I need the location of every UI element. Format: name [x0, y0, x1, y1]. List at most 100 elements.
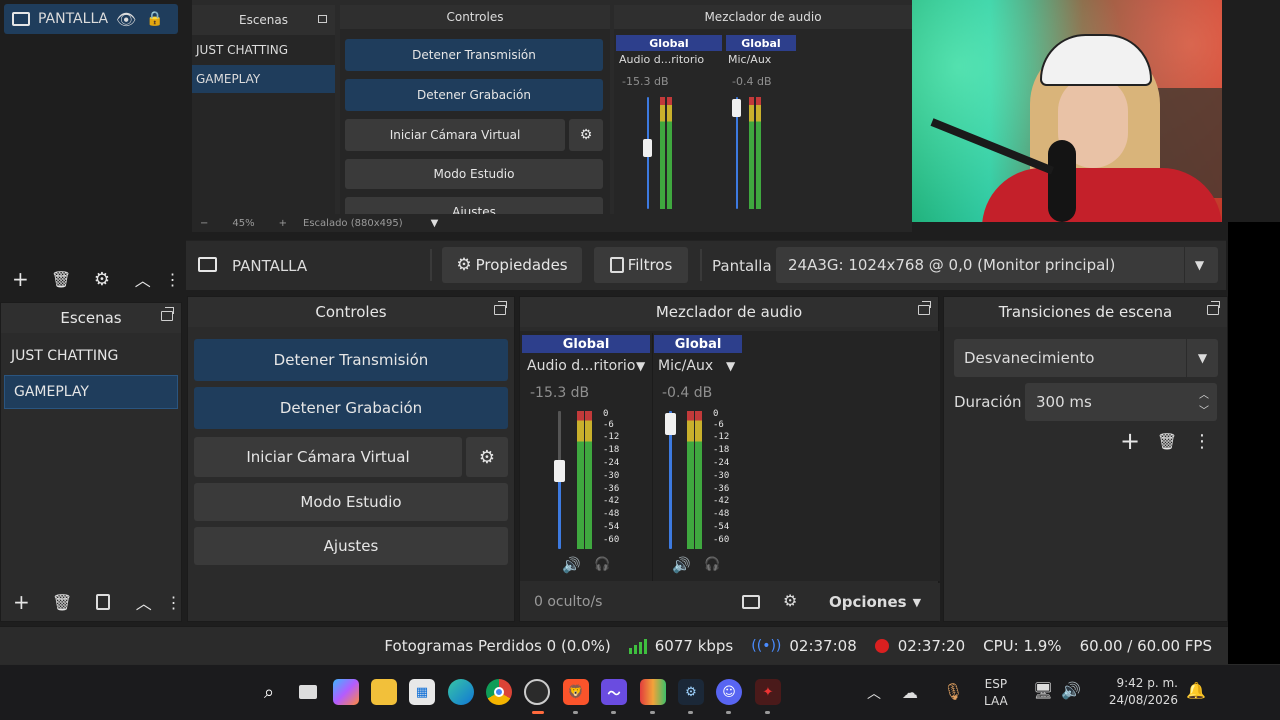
start-virtual-cam-button[interactable]: Iniciar Cámara Virtual — [194, 437, 462, 477]
channel-1-fader-knob[interactable] — [554, 460, 565, 482]
scale-value: Escalado (880x495) — [303, 217, 403, 229]
mixer-title: Mezclador de audio — [655, 303, 803, 321]
channel-2-header: Global — [654, 335, 742, 353]
onedrive-icon[interactable]: ☁ — [902, 683, 918, 702]
meter-tick-label: 0 — [603, 409, 609, 419]
channel-1-dropdown-icon[interactable]: ▼ — [636, 359, 645, 373]
running-indicator — [611, 711, 616, 714]
transition-type-select[interactable]: Desvanecimiento ▼ — [954, 339, 1218, 377]
rec-time-text: 02:37:20 — [897, 636, 966, 655]
game-app-icon[interactable]: ✦ — [755, 679, 781, 705]
microphone-icon[interactable]: 🎙 — [943, 682, 963, 701]
filter-icon[interactable] — [87, 586, 119, 618]
source-toolbar: + 🗑 ⚙ ︿ ⋮ — [0, 262, 182, 296]
float-dock-icon[interactable] — [1207, 301, 1220, 315]
options-button[interactable]: Opciones ▼ — [820, 587, 930, 617]
headphones-icon[interactable]: 🎧 — [594, 557, 610, 572]
network-icon[interactable]: 🖥 — [1033, 681, 1053, 700]
eye-icon[interactable]: 👁 — [116, 10, 136, 29]
source-item-pantalla[interactable]: PANTALLA 👁 🔒 — [4, 4, 178, 34]
mixer-dock-title: Mezclador de audio — [520, 297, 938, 327]
photo-app-icon[interactable] — [640, 679, 666, 705]
chrome-icon[interactable] — [486, 679, 512, 705]
running-indicator — [688, 711, 693, 714]
steam-icon[interactable]: ⚙ — [678, 679, 704, 705]
filters-button[interactable]: Filtros — [594, 247, 688, 283]
meter-tick-label: -30 — [713, 470, 730, 481]
lock-icon[interactable]: 🔒 — [146, 11, 163, 27]
file-explorer-icon[interactable] — [371, 679, 397, 705]
scene-item-gameplay[interactable]: GAMEPLAY — [4, 375, 178, 409]
volume-icon[interactable]: 🔊 — [1061, 681, 1081, 700]
copilot-icon[interactable] — [333, 679, 359, 705]
add-scene-icon[interactable]: + — [5, 586, 37, 618]
search-icon[interactable]: ⌕ — [256, 679, 282, 705]
zoom-in-icon[interactable]: + — [279, 218, 287, 229]
trash-icon[interactable]: 🗑 — [45, 263, 77, 295]
edge-icon[interactable] — [448, 679, 474, 705]
discord-icon[interactable]: ☺ — [716, 679, 742, 705]
desktop-edge — [1228, 222, 1280, 664]
stream-time: ((•)) 02:37:08 — [742, 627, 865, 664]
gear-icon: ⚙ — [478, 446, 496, 468]
preview-ch1-meter — [660, 97, 665, 209]
float-dock-icon[interactable] — [918, 301, 931, 315]
virtual-cam-settings-button[interactable]: ⚙ — [466, 437, 508, 477]
trash-icon[interactable]: 🗑 — [1151, 425, 1183, 457]
trash-icon[interactable]: 🗑 — [46, 586, 78, 618]
meter-tick-label: -54 — [713, 521, 730, 532]
more-vertical-icon[interactable]: ⋮ — [166, 586, 182, 618]
rec-time: 02:37:20 — [866, 627, 974, 664]
duration-spinbox[interactable]: 300 ms ︿ ﹀ — [1025, 383, 1217, 421]
spin-up-icon[interactable]: ︿ — [1199, 386, 1209, 401]
more-vertical-icon[interactable]: ⋮ — [165, 263, 181, 295]
microsoft-store-icon[interactable]: ▦ — [409, 679, 435, 705]
float-dock-icon[interactable] — [161, 307, 174, 321]
obs-icon[interactable] — [524, 679, 550, 705]
task-view-icon[interactable] — [295, 679, 321, 705]
windows-start-icon[interactable] — [218, 679, 244, 705]
add-transition-icon[interactable]: + — [1114, 425, 1146, 457]
preview-scene-item: JUST CHATTING — [196, 43, 289, 57]
stop-stream-button[interactable]: Detener Transmisión — [194, 339, 508, 381]
channel-2-dropdown-icon[interactable]: ▼ — [726, 359, 735, 373]
studio-mode-button[interactable]: Modo Estudio — [194, 483, 508, 521]
channel-divider — [652, 333, 653, 581]
chevron-up-icon[interactable]: ︿ — [128, 586, 160, 618]
dropped-frames-text: Fotogramas Perdidos 0 (0.0%) — [384, 636, 611, 655]
channel-2-fader-knob[interactable] — [665, 413, 676, 435]
spin-down-icon[interactable]: ﹀ — [1199, 402, 1209, 417]
language-indicator[interactable]: ESP LAA — [984, 676, 1008, 710]
meter-tick-label: -48 — [713, 509, 730, 520]
brave-icon[interactable]: 🦁 — [563, 679, 589, 705]
divider — [700, 249, 702, 281]
scene-item-just-chatting[interactable]: JUST CHATTING — [1, 339, 181, 373]
layout-icon[interactable] — [742, 595, 760, 609]
settings-button[interactable]: Ajustes — [194, 527, 508, 565]
webcam-shirt — [982, 168, 1222, 222]
preview-controls-title: Controles — [340, 5, 610, 29]
chevron-up-icon[interactable]: ︿ — [127, 263, 159, 295]
stop-record-button[interactable]: Detener Grabación — [194, 387, 508, 429]
display-select[interactable]: 24A3G: 1024x768 @ 0,0 (Monitor principal… — [776, 247, 1218, 283]
gear-icon[interactable]: ⚙ — [86, 263, 118, 295]
chevron-up-icon[interactable]: ︿ — [867, 683, 881, 703]
advanced-audio-icon[interactable]: ⚙ — [783, 591, 797, 610]
more-vertical-icon[interactable]: ⋮ — [1186, 425, 1218, 457]
bitrate: 6077 kbps — [620, 627, 743, 664]
float-dock-icon[interactable] — [494, 301, 507, 315]
clock[interactable]: 9:42 p. m. 24/08/2026 — [1092, 675, 1178, 709]
headphones-icon[interactable]: 🎧 — [704, 557, 720, 572]
media-app-icon[interactable]: 〜 — [601, 679, 627, 705]
notification-icon[interactable]: 🔔 — [1186, 681, 1206, 700]
zoom-out-icon[interactable]: − — [200, 218, 208, 229]
channel-2-name: Mic/Aux — [658, 358, 714, 374]
scale-dropdown-icon[interactable]: ▼ — [431, 218, 439, 229]
add-source-icon[interactable]: + — [4, 263, 36, 295]
preview-zoom-bar: − 45% + Escalado (880x495) ▼ — [192, 214, 912, 232]
display-label: Pantalla — [712, 257, 772, 275]
properties-button[interactable]: ⚙ Propiedades — [442, 247, 582, 283]
volume-icon[interactable]: 🔊 — [672, 556, 691, 574]
volume-icon[interactable]: 🔊 — [562, 556, 581, 574]
display-select-value: 24A3G: 1024x768 @ 0,0 (Monitor principal… — [788, 256, 1116, 274]
